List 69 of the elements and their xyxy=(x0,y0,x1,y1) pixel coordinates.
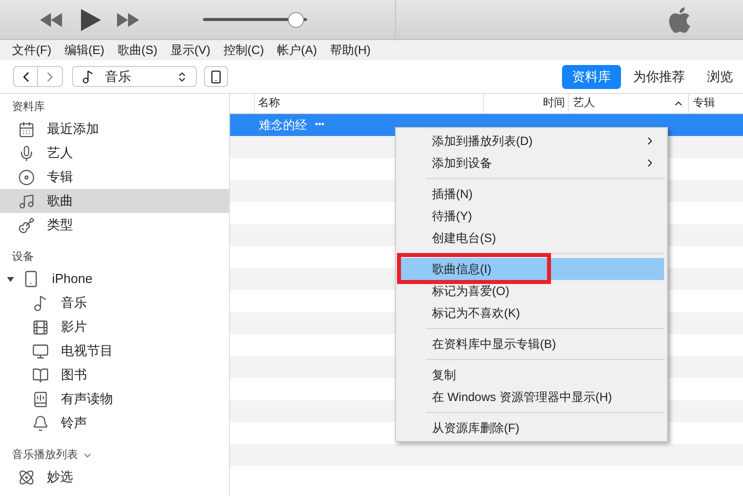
menu-item[interactable]: 控制(C) xyxy=(223,41,264,59)
sidebar-item[interactable]: 音乐 xyxy=(0,291,229,315)
sidebar-item[interactable]: 类型 xyxy=(0,213,229,237)
album-icon xyxy=(18,168,35,186)
sidebar-item[interactable]: 影片 xyxy=(0,315,229,339)
context-menu-item[interactable]: 插播(N) xyxy=(399,183,664,205)
sidebar-item[interactable]: 妙选 xyxy=(0,465,229,489)
context-menu-item[interactable]: 待播(Y) xyxy=(399,205,664,227)
menu-item[interactable]: 帐户(A) xyxy=(277,41,317,59)
sidebar-item[interactable]: 铃声 xyxy=(0,411,229,435)
microphone-icon xyxy=(18,144,35,162)
sidebar-item[interactable]: 图书 xyxy=(0,363,229,387)
context-menu-item[interactable]: 添加到设备 xyxy=(399,152,664,174)
calendar-icon xyxy=(18,120,35,138)
music-note-icon xyxy=(18,192,35,210)
sidebar-item[interactable]: 艺人 xyxy=(0,141,229,165)
sidebar-item[interactable]: 专辑 xyxy=(0,165,229,189)
phone-icon xyxy=(209,70,223,84)
context-menu-item[interactable]: 在 Windows 资源管理器中显示(H) xyxy=(399,386,664,408)
context-menu-item[interactable]: 歌曲信息(I) xyxy=(399,258,664,280)
film-icon xyxy=(32,318,49,336)
sidebar-item[interactable]: 电视节目 xyxy=(0,339,229,363)
column-header[interactable]: 时间 xyxy=(543,95,565,112)
sidebar-item[interactable]: 有声读物 xyxy=(0,387,229,411)
context-menu-item[interactable]: 复制 xyxy=(399,364,664,386)
context-menu-item[interactable]: 标记为喜爱(O) xyxy=(399,280,664,302)
section-header: 音乐播放列表 xyxy=(12,448,78,463)
bell-icon xyxy=(32,414,49,432)
column-header[interactable]: 专辑 xyxy=(689,95,715,112)
nav-tab[interactable]: 为你推荐 xyxy=(623,64,695,88)
menu-item[interactable]: 帮助(H) xyxy=(330,41,371,59)
song-title: 难念的经 xyxy=(259,117,307,134)
more-icon[interactable]: ••• xyxy=(315,118,324,132)
context-menu-item[interactable]: 标记为不喜欢(K) xyxy=(399,302,664,324)
dropdown-icon xyxy=(176,70,188,82)
menu-item[interactable]: 编辑(E) xyxy=(64,41,104,59)
phone-icon xyxy=(22,270,40,288)
guitars-icon xyxy=(18,216,35,234)
device-button[interactable] xyxy=(204,66,228,87)
fast-forward-icon[interactable] xyxy=(117,12,139,26)
sidebar-item[interactable]: 最近添加 xyxy=(0,117,229,141)
play-icon[interactable] xyxy=(81,8,101,30)
column-header[interactable]: 名称 xyxy=(255,95,483,112)
audiobook-icon xyxy=(32,390,49,408)
back-button[interactable] xyxy=(13,66,38,87)
music-note-icon xyxy=(81,70,95,84)
slider-thumb[interactable] xyxy=(288,12,304,28)
device-item[interactable]: iPhone xyxy=(0,267,229,291)
apple-logo-icon xyxy=(667,6,691,34)
rewind-icon[interactable] xyxy=(40,12,62,26)
book-icon xyxy=(32,366,49,384)
sidebar-item[interactable]: 歌曲 xyxy=(0,189,229,213)
expanded-triangle-icon[interactable] xyxy=(7,276,14,282)
media-picker[interactable]: 音乐 xyxy=(72,66,197,87)
monitor-icon xyxy=(32,342,49,360)
menu-item[interactable]: 歌曲(S) xyxy=(117,41,158,59)
music-note-icon xyxy=(32,294,49,312)
section-header: 设备 xyxy=(12,250,34,265)
column-header[interactable]: 艺人 xyxy=(573,95,595,112)
section-header: 资料库 xyxy=(12,100,45,115)
context-menu-item[interactable]: 在资料库中显示专辑(B) xyxy=(399,333,664,355)
volume-slider[interactable] xyxy=(203,12,307,28)
context-menu-item[interactable]: 从资源库删除(F) xyxy=(399,417,664,439)
context-menu-item[interactable]: 创建电台(S) xyxy=(399,227,664,249)
atom-icon xyxy=(18,468,35,486)
menu-item[interactable]: 显示(V) xyxy=(170,41,210,59)
nav-tab[interactable]: 资料库 xyxy=(562,64,621,88)
menu-item[interactable]: 文件(F) xyxy=(12,41,52,59)
nav-tab[interactable]: 浏览 xyxy=(697,64,743,88)
